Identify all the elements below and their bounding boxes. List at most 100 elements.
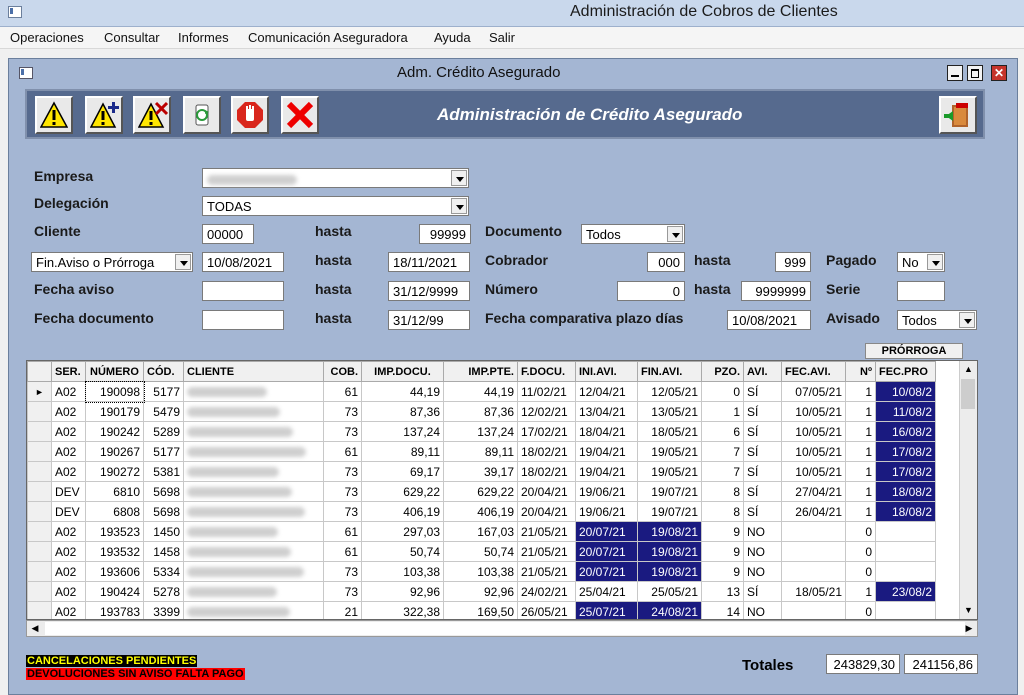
col-ini-avi[interactable]: INI.AVI. xyxy=(575,361,638,382)
cell-cliente[interactable] xyxy=(183,461,324,482)
table-row[interactable]: A02 190424 5278 73 92,96 92,96 24/02/21 25/04/2… xyxy=(27,581,936,602)
numero-from-input[interactable]: 0 xyxy=(617,281,685,301)
cobrador-from-input[interactable]: 000 xyxy=(647,252,685,272)
cell-fdoc[interactable]: 12/02/21 xyxy=(517,401,576,422)
cell-cliente[interactable] xyxy=(183,421,324,442)
cell-ser[interactable]: A02 xyxy=(51,401,86,422)
cell-avi[interactable]: SÍ xyxy=(743,441,782,462)
cell-cod[interactable]: 1458 xyxy=(143,541,184,562)
row-selector[interactable] xyxy=(27,521,52,542)
cell-cob[interactable]: 73 xyxy=(323,561,362,582)
cell-ser[interactable]: A02 xyxy=(51,601,86,619)
table-row[interactable]: A02 193783 3399 21 322,38 169,50 26/05/21 25/07… xyxy=(27,601,936,619)
cell-num[interactable]: 190424 xyxy=(85,581,144,602)
cell-fin[interactable]: 24/08/21 xyxy=(637,601,702,619)
cell-fdoc[interactable]: 20/04/21 xyxy=(517,481,576,502)
cell-pzo[interactable]: 7 xyxy=(701,461,744,482)
cell-fecavi[interactable] xyxy=(781,601,846,619)
cell-cob[interactable]: 73 xyxy=(323,481,362,502)
scroll-thumb[interactable] xyxy=(45,622,965,635)
fecha-comparativa-input[interactable]: 10/08/2021 xyxy=(727,310,811,330)
cell-num[interactable]: 190179 xyxy=(85,401,144,422)
cell-fecpro[interactable]: 11/08/2 xyxy=(875,401,936,422)
cell-fin[interactable]: 19/05/21 xyxy=(637,441,702,462)
cell-imppte[interactable]: 103,38 xyxy=(443,561,518,582)
cell-fecavi[interactable]: 10/05/21 xyxy=(781,461,846,482)
cell-cod[interactable]: 5698 xyxy=(143,501,184,522)
row-selector[interactable] xyxy=(27,561,52,582)
cell-cod[interactable]: 3399 xyxy=(143,601,184,619)
cell-impdoc[interactable]: 103,38 xyxy=(361,561,444,582)
cell-ser[interactable]: DEV xyxy=(51,481,86,502)
documento-select[interactable]: Todos xyxy=(581,224,685,244)
menu-salir[interactable]: Salir xyxy=(489,30,515,45)
cell-impdoc[interactable]: 44,19 xyxy=(361,381,444,402)
cell-fecavi[interactable] xyxy=(781,561,846,582)
grid-horizontal-scrollbar[interactable]: ◀ ▶ xyxy=(26,620,978,637)
cell-fin[interactable]: 19/07/21 xyxy=(637,501,702,522)
fecha-doc-from-input[interactable] xyxy=(202,310,284,330)
invoices-grid[interactable]: SER. NÚMERO CÓD. CLIENTE COB. IMP.DOCU. … xyxy=(26,360,978,620)
cell-impdoc[interactable]: 406,19 xyxy=(361,501,444,522)
cell-impdoc[interactable]: 69,17 xyxy=(361,461,444,482)
cell-impdoc[interactable]: 322,38 xyxy=(361,601,444,619)
cell-fdoc[interactable]: 18/02/21 xyxy=(517,461,576,482)
cell-pzo[interactable]: 13 xyxy=(701,581,744,602)
cell-cliente[interactable] xyxy=(183,481,324,502)
cell-fdoc[interactable]: 21/05/21 xyxy=(517,561,576,582)
cell-fin[interactable]: 18/05/21 xyxy=(637,421,702,442)
row-selector[interactable] xyxy=(27,401,52,422)
cell-fecpro[interactable] xyxy=(875,541,936,562)
col-f-docu[interactable]: F.DOCU. xyxy=(517,361,576,382)
cell-fecpro[interactable]: 17/08/2 xyxy=(875,441,936,462)
table-row[interactable]: A02 190242 5289 73 137,24 137,24 17/02/21 18/04… xyxy=(27,421,936,442)
cell-imppte[interactable]: 50,74 xyxy=(443,541,518,562)
cell-ini[interactable]: 19/06/21 xyxy=(575,481,638,502)
fecha-tipo-to-input[interactable]: 18/11/2021 xyxy=(388,252,470,272)
cell-fecpro[interactable]: 10/08/2 xyxy=(875,381,936,402)
cell-pzo[interactable]: 8 xyxy=(701,481,744,502)
cell-fecpro[interactable] xyxy=(875,561,936,582)
cell-avi[interactable]: SÍ xyxy=(743,481,782,502)
cell-fdoc[interactable]: 17/02/21 xyxy=(517,421,576,442)
cell-fdoc[interactable]: 21/05/21 xyxy=(517,521,576,542)
cell-avi[interactable]: NO xyxy=(743,521,782,542)
scroll-down-icon[interactable]: ▼ xyxy=(960,602,977,619)
cell-fecavi[interactable]: 07/05/21 xyxy=(781,381,846,402)
cell-imppte[interactable]: 89,11 xyxy=(443,441,518,462)
cell-n[interactable]: 1 xyxy=(845,501,876,522)
fecha-doc-to-input[interactable]: 31/12/99 xyxy=(388,310,470,330)
cell-fecavi[interactable] xyxy=(781,541,846,562)
fecha-tipo-select[interactable]: Fin.Aviso o Prórroga xyxy=(31,252,193,272)
cell-impdoc[interactable]: 89,11 xyxy=(361,441,444,462)
cell-cod[interactable]: 5289 xyxy=(143,421,184,442)
cell-n[interactable]: 0 xyxy=(845,561,876,582)
cell-pzo[interactable]: 14 xyxy=(701,601,744,619)
cell-num[interactable]: 6810 xyxy=(85,481,144,502)
cell-cob[interactable]: 73 xyxy=(323,501,362,522)
cell-imppte[interactable]: 92,96 xyxy=(443,581,518,602)
cell-avi[interactable]: SÍ xyxy=(743,401,782,422)
cell-fin[interactable]: 19/07/21 xyxy=(637,481,702,502)
cell-ser[interactable]: A02 xyxy=(51,561,86,582)
cell-pzo[interactable]: 0 xyxy=(701,381,744,402)
cell-fin[interactable]: 19/08/21 xyxy=(637,541,702,562)
row-selector[interactable] xyxy=(27,541,52,562)
cell-avi[interactable]: SÍ xyxy=(743,501,782,522)
cell-fecpro[interactable]: 16/08/2 xyxy=(875,421,936,442)
cell-num[interactable]: 193606 xyxy=(85,561,144,582)
menu-operaciones[interactable]: Operaciones xyxy=(10,30,84,45)
cell-cliente[interactable] xyxy=(183,561,324,582)
cell-fin[interactable]: 13/05/21 xyxy=(637,401,702,422)
cell-num[interactable]: 190098 xyxy=(84,380,145,403)
cell-fecavi[interactable]: 26/04/21 xyxy=(781,501,846,522)
cliente-to-input[interactable]: 99999 xyxy=(419,224,471,244)
numero-to-input[interactable]: 9999999 xyxy=(741,281,811,301)
cell-cob[interactable]: 73 xyxy=(323,581,362,602)
cell-ser[interactable]: A02 xyxy=(51,581,86,602)
empresa-select[interactable] xyxy=(202,168,469,188)
maximize-button[interactable] xyxy=(967,65,983,81)
cell-cliente[interactable] xyxy=(183,541,324,562)
col-n[interactable]: Nº xyxy=(845,361,876,382)
cell-imppte[interactable]: 44,19 xyxy=(443,381,518,402)
